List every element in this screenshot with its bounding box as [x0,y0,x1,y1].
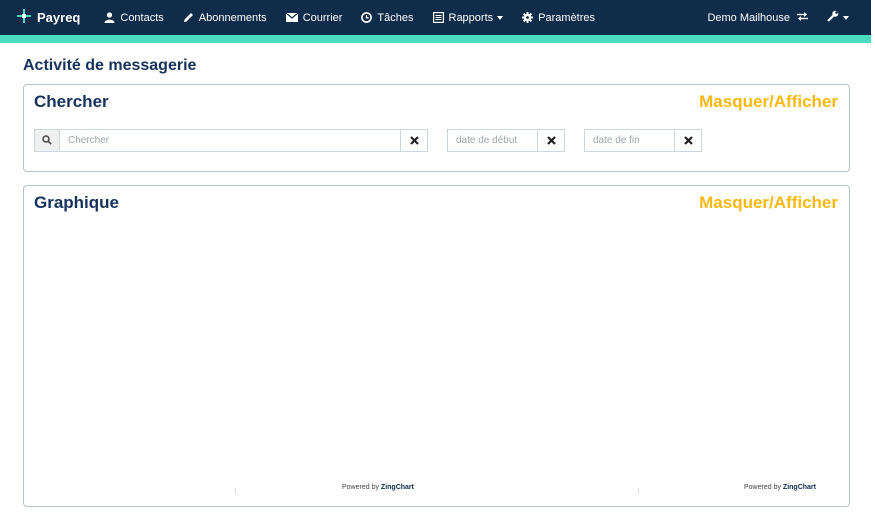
nav-taches[interactable]: Tâches [361,11,414,24]
start-date-input[interactable] [447,129,539,152]
wrench-icon [827,10,839,25]
nav-taches-label: Tâches [377,11,414,24]
zingchart-credit[interactable]: Powered by ZingChart [744,484,816,491]
payreq-logo-icon [17,9,37,26]
search-panel-title: Chercher [34,92,109,111]
nav-abonnements-label: Abonnements [198,11,267,24]
powered-brand: ZingChart [380,484,414,491]
tools-menu[interactable] [827,10,849,25]
search-input[interactable] [59,129,401,152]
page-title: Activité de messagerie [23,57,197,74]
accent-bar [0,35,871,43]
nav-contacts-label: Contacts [120,11,164,24]
nav-abonnements[interactable]: Abonnements [183,12,267,24]
nav-courrier-label: Courrier [302,11,343,24]
pencil-icon [183,12,194,23]
report-icon [432,12,444,23]
chart-panel-header: Graphique Masquer/Afficher [24,186,849,218]
chart-marker [235,488,236,494]
search-panel-header: Chercher Masquer/Afficher [24,85,849,117]
chart-panel-title: Graphique [34,193,120,212]
chart-marker [638,488,639,494]
gear-icon [522,12,534,23]
powered-prefix: Powered by [744,484,781,491]
chart-panel: Graphique Masquer/Afficher Powered by Zi… [23,185,850,507]
chevron-down-icon [843,15,849,20]
powered-brand: ZingChart [782,484,816,491]
nav-rapports-label: Rapports [448,11,494,24]
search-panel: Chercher Masquer/Afficher [23,84,850,172]
account-switcher[interactable]: Demo Mailhouse [707,11,808,24]
end-date-input[interactable] [584,129,676,152]
brand-label: Payreq [37,10,81,25]
envelope-icon [285,13,298,22]
nav-courrier[interactable]: Courrier [285,11,343,24]
close-icon [546,132,556,150]
search-icon [42,132,52,150]
user-icon [104,12,115,23]
zingchart-credit[interactable]: Powered by ZingChart [342,484,414,491]
account-name: Demo Mailhouse [707,11,790,24]
search-icon-addon [34,129,59,152]
nav-parametres-label: Paramètres [538,11,595,24]
start-date-clear-button[interactable] [537,129,565,152]
chevron-down-icon [497,15,504,20]
navbar-right: Demo Mailhouse [707,10,871,25]
end-date-clear-button[interactable] [674,129,702,152]
nav-rapports[interactable]: Rapports [432,11,504,24]
switch-arrows-icon [797,11,808,24]
brand-link[interactable]: Payreq [17,9,80,26]
close-icon [683,132,693,150]
powered-prefix: Powered by [342,484,379,491]
clock-icon [361,12,373,23]
nav-parametres[interactable]: Paramètres [522,12,595,24]
nav-contacts[interactable]: Contacts [104,11,164,24]
search-panel-toggle[interactable]: Masquer/Afficher [699,92,838,112]
top-navbar: Payreq Contacts Abonnements Courrier Tâc… [0,0,871,35]
chart-panel-toggle[interactable]: Masquer/Afficher [699,193,838,213]
close-icon [409,132,419,150]
search-clear-button[interactable] [400,129,428,152]
